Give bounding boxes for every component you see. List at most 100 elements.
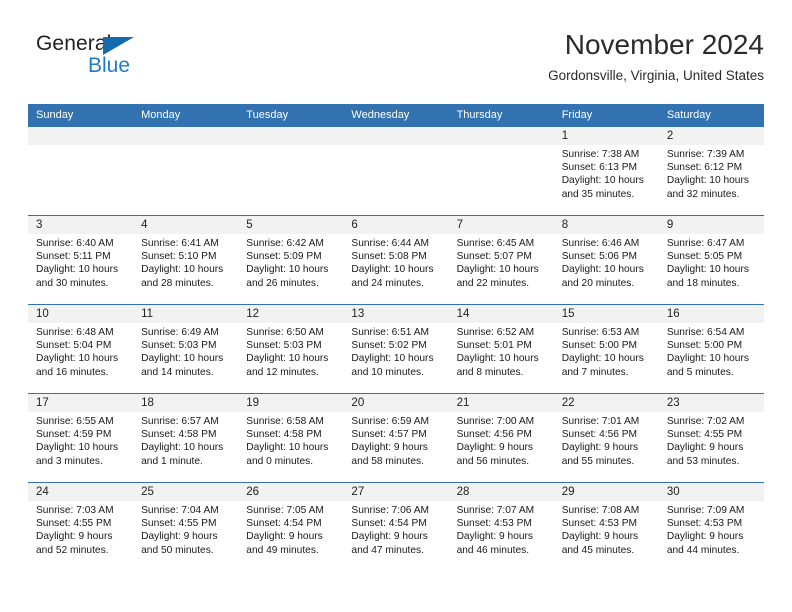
day-sun-info: Sunrise: 7:01 AM Sunset: 4:56 PM Dayligh… (561, 416, 640, 467)
page-title: November 2024 (564, 29, 764, 60)
day-cell[interactable] (238, 127, 344, 215)
day-sun-info: Sunrise: 6:48 AM Sunset: 5:04 PM Dayligh… (36, 327, 119, 378)
page-subtitle: Gordonsville, Virginia, United States (548, 68, 764, 83)
day-number: 19 (238, 394, 344, 412)
weekday-header-row: Sunday Monday Tuesday Wednesday Thursday… (28, 104, 764, 126)
day-cell[interactable]: 26 Sunrise: 7:05 AM Sunset: 4:54 PM Dayl… (238, 483, 344, 571)
day-number: 21 (448, 394, 554, 412)
day-number: 15 (553, 305, 659, 323)
day-number: 6 (343, 216, 449, 234)
day-cell[interactable] (448, 127, 554, 215)
day-sun-info: Sunrise: 7:05 AM Sunset: 4:54 PM Dayligh… (246, 505, 324, 556)
day-cell[interactable]: 18 Sunrise: 6:57 AM Sunset: 4:58 PM Dayl… (133, 394, 239, 482)
day-number: 10 (28, 305, 134, 323)
day-number: 28 (448, 483, 554, 501)
day-number: 25 (133, 483, 239, 501)
logo-triangle-icon (103, 37, 134, 55)
day-sun-info: Sunrise: 6:54 AM Sunset: 5:00 PM Dayligh… (666, 327, 749, 378)
day-number: 22 (553, 394, 659, 412)
weekday-header-sunday: Sunday (36, 109, 74, 121)
day-number: 2 (658, 127, 764, 145)
day-number: 5 (238, 216, 344, 234)
day-cell[interactable]: 12 Sunrise: 6:50 AM Sunset: 5:03 PM Dayl… (238, 305, 344, 393)
day-sun-info: Sunrise: 6:55 AM Sunset: 4:59 PM Dayligh… (36, 416, 119, 467)
calendar-page: General Blue November 2024 Gordonsville,… (0, 0, 792, 612)
day-cell[interactable] (343, 127, 449, 215)
logo-text-general: General (36, 32, 112, 55)
day-cell[interactable]: 13 Sunrise: 6:51 AM Sunset: 5:02 PM Dayl… (343, 305, 449, 393)
day-number (238, 127, 344, 145)
day-cell[interactable]: 16 Sunrise: 6:54 AM Sunset: 5:00 PM Dayl… (658, 305, 764, 393)
day-sun-info: Sunrise: 6:46 AM Sunset: 5:06 PM Dayligh… (561, 238, 644, 289)
day-sun-info: Sunrise: 7:08 AM Sunset: 4:53 PM Dayligh… (561, 505, 640, 556)
day-cell[interactable]: 22 Sunrise: 7:01 AM Sunset: 4:56 PM Dayl… (553, 394, 659, 482)
day-sun-info (343, 145, 448, 148)
weekday-header-tuesday: Tuesday (246, 109, 289, 121)
day-cell[interactable]: 1 Sunrise: 7:38 AM Sunset: 6:13 PM Dayli… (553, 127, 659, 215)
day-cell[interactable]: 3 Sunrise: 6:40 AM Sunset: 5:11 PM Dayli… (28, 216, 134, 304)
day-number: 1 (553, 127, 659, 145)
week-row: 3 Sunrise: 6:40 AM Sunset: 5:11 PM Dayli… (28, 215, 764, 304)
day-cell[interactable]: 30 Sunrise: 7:09 AM Sunset: 4:53 PM Dayl… (658, 483, 764, 571)
week-row: 1 Sunrise: 7:38 AM Sunset: 6:13 PM Dayli… (28, 126, 764, 215)
day-cell[interactable]: 4 Sunrise: 6:41 AM Sunset: 5:10 PM Dayli… (133, 216, 239, 304)
day-number: 30 (658, 483, 764, 501)
day-number: 4 (133, 216, 239, 234)
day-sun-info: Sunrise: 6:45 AM Sunset: 5:07 PM Dayligh… (456, 238, 539, 289)
day-cell[interactable] (28, 127, 134, 215)
day-number (28, 127, 134, 145)
day-sun-info: Sunrise: 6:44 AM Sunset: 5:08 PM Dayligh… (351, 238, 434, 289)
day-cell[interactable]: 11 Sunrise: 6:49 AM Sunset: 5:03 PM Dayl… (133, 305, 239, 393)
weekday-header-monday: Monday (141, 109, 181, 121)
day-cell[interactable]: 14 Sunrise: 6:52 AM Sunset: 5:01 PM Dayl… (448, 305, 554, 393)
day-sun-info: Sunrise: 7:07 AM Sunset: 4:53 PM Dayligh… (456, 505, 535, 556)
day-sun-info: Sunrise: 6:52 AM Sunset: 5:01 PM Dayligh… (456, 327, 539, 378)
weekday-header-saturday: Saturday (666, 109, 711, 121)
day-sun-info: Sunrise: 6:42 AM Sunset: 5:09 PM Dayligh… (246, 238, 329, 289)
day-sun-info: Sunrise: 7:04 AM Sunset: 4:55 PM Dayligh… (141, 505, 219, 556)
day-number: 17 (28, 394, 134, 412)
day-cell[interactable]: 7 Sunrise: 6:45 AM Sunset: 5:07 PM Dayli… (448, 216, 554, 304)
general-blue-logo[interactable]: General Blue (28, 32, 208, 92)
weekday-header-friday: Friday (561, 109, 593, 121)
day-number: 8 (553, 216, 659, 234)
day-cell[interactable]: 19 Sunrise: 6:58 AM Sunset: 4:58 PM Dayl… (238, 394, 344, 482)
day-sun-info: Sunrise: 7:02 AM Sunset: 4:55 PM Dayligh… (666, 416, 745, 467)
day-cell[interactable] (133, 127, 239, 215)
day-cell[interactable]: 15 Sunrise: 6:53 AM Sunset: 5:00 PM Dayl… (553, 305, 659, 393)
day-cell[interactable]: 6 Sunrise: 6:44 AM Sunset: 5:08 PM Dayli… (343, 216, 449, 304)
day-cell[interactable]: 24 Sunrise: 7:03 AM Sunset: 4:55 PM Dayl… (28, 483, 134, 571)
day-cell[interactable]: 2 Sunrise: 7:39 AM Sunset: 6:12 PM Dayli… (658, 127, 764, 215)
day-number: 24 (28, 483, 134, 501)
day-sun-info: Sunrise: 7:00 AM Sunset: 4:56 PM Dayligh… (456, 416, 535, 467)
day-cell[interactable]: 20 Sunrise: 6:59 AM Sunset: 4:57 PM Dayl… (343, 394, 449, 482)
day-cell[interactable]: 9 Sunrise: 6:47 AM Sunset: 5:05 PM Dayli… (658, 216, 764, 304)
title-block: November 2024 Gordonsville, Virginia, Un… (548, 28, 764, 86)
day-number: 27 (343, 483, 449, 501)
day-cell[interactable]: 29 Sunrise: 7:08 AM Sunset: 4:53 PM Dayl… (553, 483, 659, 571)
day-cell[interactable]: 5 Sunrise: 6:42 AM Sunset: 5:09 PM Dayli… (238, 216, 344, 304)
day-number (343, 127, 449, 145)
day-sun-info: Sunrise: 6:57 AM Sunset: 4:58 PM Dayligh… (141, 416, 224, 467)
day-cell[interactable]: 17 Sunrise: 6:55 AM Sunset: 4:59 PM Dayl… (28, 394, 134, 482)
day-cell[interactable]: 23 Sunrise: 7:02 AM Sunset: 4:55 PM Dayl… (658, 394, 764, 482)
week-row: 24 Sunrise: 7:03 AM Sunset: 4:55 PM Dayl… (28, 482, 764, 571)
day-number: 9 (658, 216, 764, 234)
day-sun-info: Sunrise: 7:38 AM Sunset: 6:13 PM Dayligh… (561, 149, 644, 200)
day-sun-info: Sunrise: 6:51 AM Sunset: 5:02 PM Dayligh… (351, 327, 434, 378)
day-number: 20 (343, 394, 449, 412)
day-sun-info: Sunrise: 7:39 AM Sunset: 6:12 PM Dayligh… (666, 149, 749, 200)
day-number: 29 (553, 483, 659, 501)
day-sun-info (449, 145, 554, 148)
page-header: General Blue November 2024 Gordonsville,… (28, 28, 764, 96)
week-row: 10 Sunrise: 6:48 AM Sunset: 5:04 PM Dayl… (28, 304, 764, 393)
day-cell[interactable]: 10 Sunrise: 6:48 AM Sunset: 5:04 PM Dayl… (28, 305, 134, 393)
day-cell[interactable]: 8 Sunrise: 6:46 AM Sunset: 5:06 PM Dayli… (553, 216, 659, 304)
day-number: 13 (343, 305, 449, 323)
day-cell[interactable]: 21 Sunrise: 7:00 AM Sunset: 4:56 PM Dayl… (448, 394, 554, 482)
day-cell[interactable]: 25 Sunrise: 7:04 AM Sunset: 4:55 PM Dayl… (133, 483, 239, 571)
day-cell[interactable]: 28 Sunrise: 7:07 AM Sunset: 4:53 PM Dayl… (448, 483, 554, 571)
day-sun-info: Sunrise: 6:59 AM Sunset: 4:57 PM Dayligh… (351, 416, 430, 467)
day-cell[interactable]: 27 Sunrise: 7:06 AM Sunset: 4:54 PM Dayl… (343, 483, 449, 571)
day-number: 14 (448, 305, 554, 323)
